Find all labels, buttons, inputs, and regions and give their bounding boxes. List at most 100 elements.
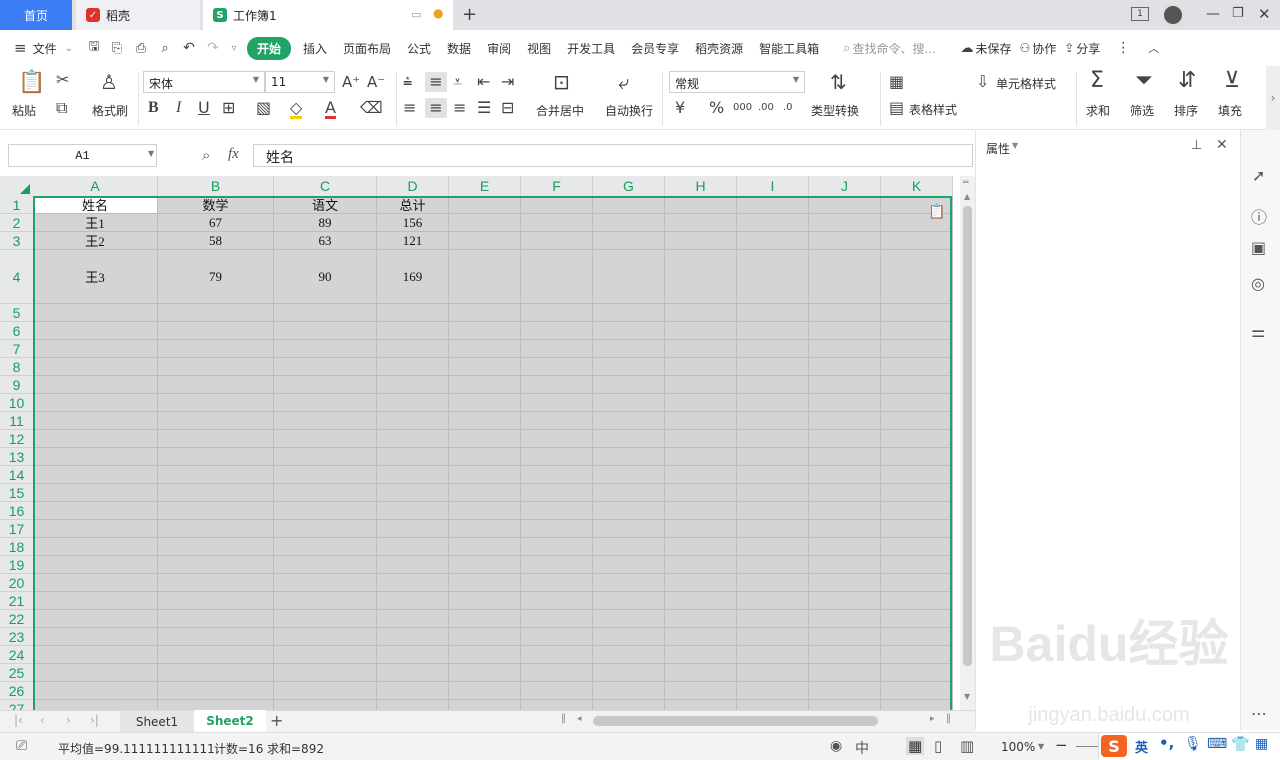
column-header-f[interactable]: F	[521, 176, 593, 196]
cell-i17[interactable]	[737, 520, 809, 538]
cell-d7[interactable]	[377, 340, 449, 358]
cell-c1[interactable]: 语文	[274, 196, 377, 214]
hamburger-icon[interactable]: ≡	[14, 39, 27, 57]
cell-k21[interactable]	[881, 592, 953, 610]
cell-a26[interactable]	[33, 682, 158, 700]
cell-b6[interactable]	[158, 322, 274, 340]
cell-c2[interactable]: 89	[274, 214, 377, 232]
increase-decimal-icon[interactable]: .00	[758, 100, 774, 116]
cell-d18[interactable]	[377, 538, 449, 556]
cell-j26[interactable]	[809, 682, 881, 700]
cell-j23[interactable]	[809, 628, 881, 646]
minimize-icon[interactable]: —	[1206, 6, 1220, 22]
align-left-icon[interactable]: ≡	[403, 100, 416, 116]
cell-k20[interactable]	[881, 574, 953, 592]
cell-f2[interactable]	[521, 214, 593, 232]
percent-icon[interactable]: %	[709, 100, 724, 116]
command-search-input[interactable]: 查找命令、搜...	[850, 40, 960, 57]
cell-h18[interactable]	[665, 538, 737, 556]
scroll-right-icon[interactable]: ▸	[930, 714, 935, 724]
cell-e25[interactable]	[449, 664, 521, 682]
restore-icon[interactable]: ❐	[1232, 6, 1244, 21]
cell-g25[interactable]	[593, 664, 665, 682]
cell-e10[interactable]	[449, 394, 521, 412]
cell-k8[interactable]	[881, 358, 953, 376]
cell-j27[interactable]	[809, 700, 881, 710]
cell-a2[interactable]: 王1	[33, 214, 158, 232]
borders-icon[interactable]: ⊞	[222, 100, 235, 116]
sort-icon[interactable]: ⇵	[1178, 70, 1196, 92]
cell-g9[interactable]	[593, 376, 665, 394]
menu-data[interactable]: 数据	[439, 40, 479, 57]
cell-i3[interactable]	[737, 232, 809, 250]
cell-i7[interactable]	[737, 340, 809, 358]
row-header-25[interactable]: 25	[0, 664, 33, 682]
cell-a17[interactable]	[33, 520, 158, 538]
cell-i6[interactable]	[737, 322, 809, 340]
location-icon[interactable]: ◎	[1251, 274, 1265, 293]
export-icon[interactable]: ⎘	[105, 41, 129, 56]
cell-k18[interactable]	[881, 538, 953, 556]
cell-a9[interactable]	[33, 376, 158, 394]
cell-b17[interactable]	[158, 520, 274, 538]
underline-icon[interactable]: U	[198, 100, 210, 116]
cell-c4[interactable]: 90	[274, 250, 377, 304]
select-cursor-icon[interactable]: ➚	[1252, 166, 1265, 185]
cell-b24[interactable]	[158, 646, 274, 664]
sum-icon[interactable]: Σ	[1090, 70, 1104, 92]
column-header-c[interactable]: C	[274, 176, 377, 196]
type-convert-icon[interactable]: ⇅	[830, 72, 847, 92]
merge-center-icon[interactable]: ⊡	[553, 72, 570, 92]
cell-i16[interactable]	[737, 502, 809, 520]
cell-k19[interactable]	[881, 556, 953, 574]
cell-j19[interactable]	[809, 556, 881, 574]
cell-d8[interactable]	[377, 358, 449, 376]
cell-b12[interactable]	[158, 430, 274, 448]
insert-function-button[interactable]: fx	[228, 146, 239, 163]
cell-g14[interactable]	[593, 466, 665, 484]
cell-a13[interactable]	[33, 448, 158, 466]
menu-smart-toolbox[interactable]: 智能工具箱	[751, 40, 827, 57]
language-icon[interactable]: 中	[855, 738, 869, 758]
cell-i15[interactable]	[737, 484, 809, 502]
cell-h1[interactable]	[665, 196, 737, 214]
cell-b3[interactable]: 58	[158, 232, 274, 250]
cell-d24[interactable]	[377, 646, 449, 664]
cell-b27[interactable]	[158, 700, 274, 710]
cell-i10[interactable]	[737, 394, 809, 412]
cell-g11[interactable]	[593, 412, 665, 430]
cell-g16[interactable]	[593, 502, 665, 520]
cell-d14[interactable]	[377, 466, 449, 484]
cell-e13[interactable]	[449, 448, 521, 466]
cell-h4[interactable]	[665, 250, 737, 304]
cell-c25[interactable]	[274, 664, 377, 682]
cut-icon[interactable]: ✂	[56, 72, 69, 88]
cell-f19[interactable]	[521, 556, 593, 574]
cell-c13[interactable]	[274, 448, 377, 466]
row-header-16[interactable]: 16	[0, 502, 33, 520]
cell-k27[interactable]	[881, 700, 953, 710]
cell-e9[interactable]	[449, 376, 521, 394]
cell-c15[interactable]	[274, 484, 377, 502]
row-header-27[interactable]: 27	[0, 700, 33, 710]
cell-f23[interactable]	[521, 628, 593, 646]
pin-icon[interactable]: ⊥	[1191, 138, 1202, 153]
cell-d23[interactable]	[377, 628, 449, 646]
cell-e18[interactable]	[449, 538, 521, 556]
cell-j8[interactable]	[809, 358, 881, 376]
cell-j12[interactable]	[809, 430, 881, 448]
format-painter-button[interactable]: 格式刷	[92, 102, 128, 119]
cell-f6[interactable]	[521, 322, 593, 340]
cell-g17[interactable]	[593, 520, 665, 538]
cell-h5[interactable]	[665, 304, 737, 322]
cell-i11[interactable]	[737, 412, 809, 430]
cell-f3[interactable]	[521, 232, 593, 250]
cell-h26[interactable]	[665, 682, 737, 700]
menu-start[interactable]: 开始	[246, 36, 291, 60]
cell-g13[interactable]	[593, 448, 665, 466]
ime-punctuation-icon[interactable]: •,	[1159, 734, 1174, 752]
zoom-lookup-icon[interactable]: ⌕	[202, 146, 210, 164]
cell-d25[interactable]	[377, 664, 449, 682]
cell-i12[interactable]	[737, 430, 809, 448]
cell-c10[interactable]	[274, 394, 377, 412]
